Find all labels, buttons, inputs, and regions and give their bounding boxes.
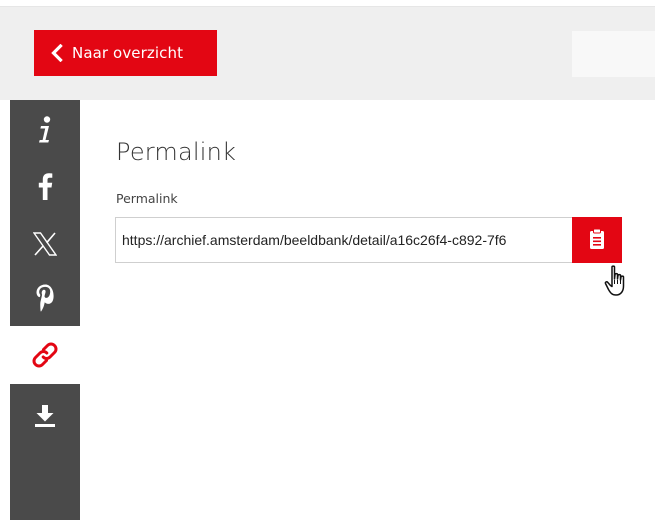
page-title: Permalink [116, 138, 237, 166]
sidebar-item-info[interactable] [10, 102, 80, 158]
sidebar-item-download[interactable] [10, 388, 80, 444]
sidebar-item-facebook[interactable] [10, 158, 80, 214]
sidebar-item-permalink[interactable] [10, 326, 80, 384]
permalink-field-label: Permalink [116, 191, 178, 206]
facebook-icon [37, 172, 53, 200]
sidebar-item-x[interactable] [10, 216, 80, 272]
header-placeholder-box [572, 31, 655, 77]
back-button-label: Naar overzicht [72, 44, 184, 62]
sidebar-item-pinterest[interactable] [10, 270, 80, 326]
top-strip [0, 0, 655, 7]
share-sidebar [10, 100, 80, 520]
download-icon [34, 404, 56, 428]
back-to-overview-button[interactable]: Naar overzicht [34, 30, 217, 76]
clipboard-icon [589, 228, 605, 253]
copy-to-clipboard-button[interactable] [572, 217, 622, 263]
permalink-input[interactable] [115, 217, 572, 263]
pinterest-icon [35, 283, 55, 313]
main-content: Permalink Permalink [80, 100, 655, 520]
link-icon [31, 341, 59, 369]
header-bar: Naar overzicht [0, 7, 655, 100]
x-icon [33, 232, 57, 256]
chevron-left-icon [50, 43, 64, 63]
page: Naar overzicht Permalink Permalink https… [0, 0, 655, 520]
info-icon [35, 115, 55, 145]
hand-pointer-cursor-icon [604, 264, 632, 298]
